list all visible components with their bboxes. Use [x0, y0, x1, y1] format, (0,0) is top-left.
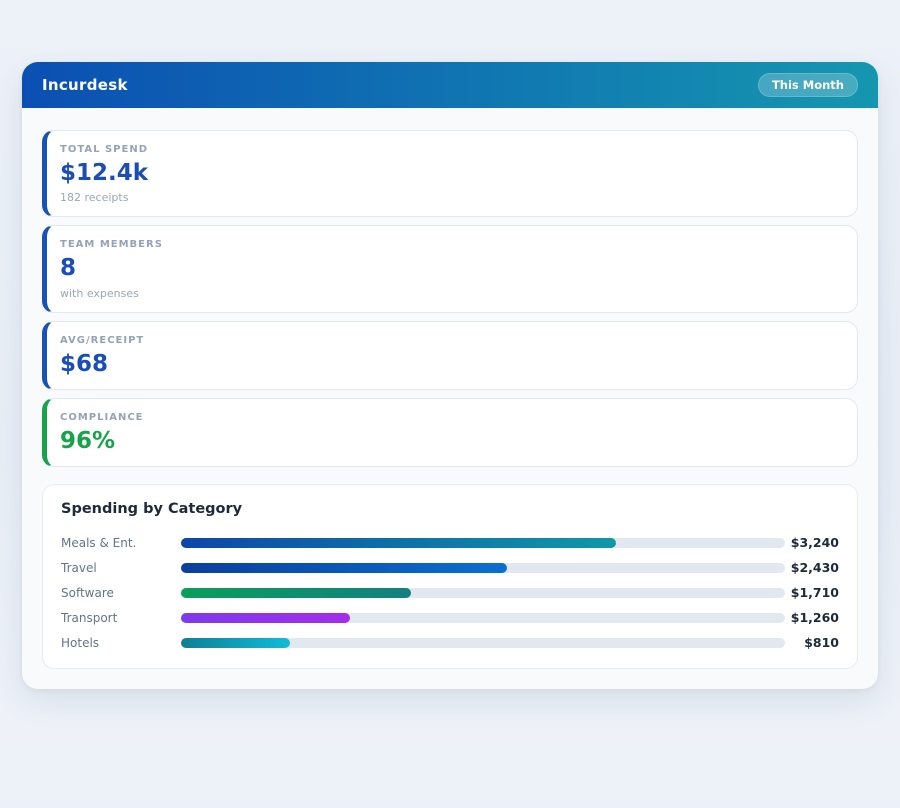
category-label: Transport [61, 611, 181, 625]
stat-sublabel: 182 receipts [60, 191, 839, 204]
chart-row-software: Software $1,710 [61, 580, 839, 605]
chart-row-hotels: Hotels $810 [61, 630, 839, 655]
bar-fill-meals [181, 538, 616, 548]
category-value: $3,240 [785, 535, 839, 550]
stat-card-total-spend: TOTAL SPEND $12.4k 182 receipts [42, 130, 858, 217]
spending-chart-card: Spending by Category Meals & Ent. $3,240… [42, 484, 858, 669]
app-title: Incurdesk [42, 76, 128, 94]
stat-label: TEAM MEMBERS [60, 239, 839, 250]
bar-fill-software [181, 588, 411, 598]
category-label: Travel [61, 561, 181, 575]
chart-row-transport: Transport $1,260 [61, 605, 839, 630]
bar-track [181, 613, 785, 623]
category-value: $1,710 [785, 585, 839, 600]
period-badge[interactable]: This Month [758, 73, 858, 97]
category-value: $810 [785, 635, 839, 650]
bar-fill-travel [181, 563, 507, 573]
bar-fill-hotels [181, 638, 290, 648]
bar-track [181, 588, 785, 598]
bar-track [181, 638, 785, 648]
bar-track [181, 563, 785, 573]
stat-label: COMPLIANCE [60, 412, 839, 423]
stat-value: 96% [60, 429, 839, 454]
stat-label: AVG/RECEIPT [60, 335, 839, 346]
stat-value: $68 [60, 352, 839, 377]
stat-card-team-members: TEAM MEMBERS 8 with expenses [42, 225, 858, 312]
category-label: Hotels [61, 636, 181, 650]
chart-row-meals: Meals & Ent. $3,240 [61, 530, 839, 555]
bar-fill-transport [181, 613, 350, 623]
stat-card-avg-receipt: AVG/RECEIPT $68 [42, 321, 858, 390]
stat-value: 8 [60, 256, 839, 281]
dashboard-card: Incurdesk This Month TOTAL SPEND $12.4k … [22, 62, 878, 689]
stat-value: $12.4k [60, 161, 839, 186]
category-value: $1,260 [785, 610, 839, 625]
category-label: Software [61, 586, 181, 600]
stat-card-compliance: COMPLIANCE 96% [42, 398, 858, 467]
chart-row-travel: Travel $2,430 [61, 555, 839, 580]
card-body: TOTAL SPEND $12.4k 182 receipts TEAM MEM… [22, 108, 878, 689]
stat-sublabel: with expenses [60, 287, 839, 300]
chart-title: Spending by Category [61, 501, 839, 517]
card-header: Incurdesk This Month [22, 62, 878, 108]
stat-label: TOTAL SPEND [60, 144, 839, 155]
category-label: Meals & Ent. [61, 536, 181, 550]
category-value: $2,430 [785, 560, 839, 575]
bar-track [181, 538, 785, 548]
